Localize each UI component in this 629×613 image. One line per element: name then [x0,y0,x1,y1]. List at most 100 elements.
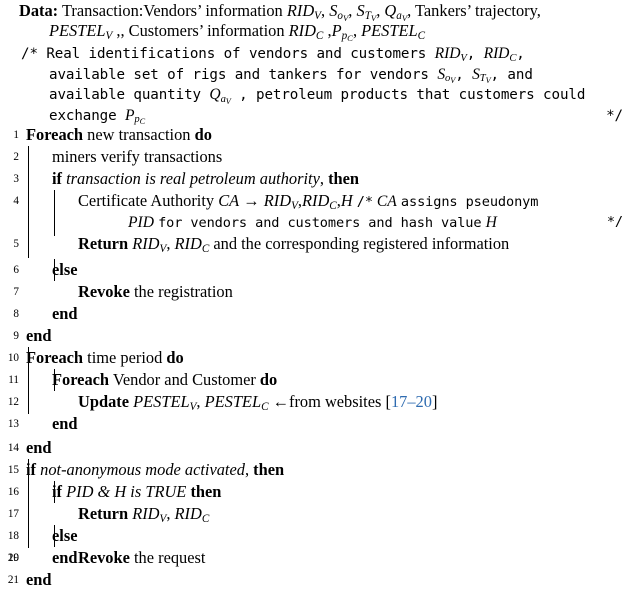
data-label: Data: [19,1,59,20]
comment-sep-4: , and [490,66,533,83]
line-number: 9 [13,330,19,342]
symbol-pestel-c: PESTELC [361,21,426,43]
algorithm-line: 21 end [0,570,629,613]
sep-4: , [323,21,332,40]
algorithm-line-19: 19 Revoke the request [0,525,629,567]
line-number: 11 [8,374,19,386]
data-header-line-1: Data: Transaction:Vendors’ information R… [0,1,629,24]
line-content: Foreach new transaction do [26,125,212,144]
algorithm-line-continuation: PID for vendors and customers and hash v… [0,211,629,233]
comment-close-inline: */ [606,214,623,230]
symbol-s-ov-c2: SoV [437,65,456,86]
symbol-pestel-v-l12: PESTELV [133,392,197,414]
comment-text-3b: , petroleum products that customers coul… [230,87,586,103]
sep-1: , [320,1,330,20]
line-number: 13 [7,418,19,430]
line-number: 2 [13,151,19,163]
symbol-rid-v-c1: RIDV [434,45,467,64]
data-header-text-2: ,, Customers’ information [112,21,289,40]
line-content: Return RIDV, RIDC [78,504,210,526]
algorithm-line: 4 Certificate Authority CA → RIDV,RIDC,H… [0,190,629,212]
data-header-text-1: Transaction:Vendors’ information [61,1,287,20]
algorithm-line: 3 if transaction is real petroleum autho… [0,168,629,190]
symbol-p-pc: PpC [331,21,353,44]
comment-text-4: exchange [49,107,125,124]
comment-text-2: available set of rigs and tankers for ve… [49,66,438,83]
algorithm-line: 10 Foreach time period do [0,347,629,369]
line-number: 8 [13,308,19,320]
line-content: else [52,260,78,279]
line-number: 1 [13,129,19,141]
symbol-rid-v-l5: RIDV [132,234,167,256]
line-content: end [26,326,52,345]
symbol-rid-c-c1: RIDC [483,45,517,64]
symbol-q-av-c3: QaV [209,86,231,107]
comment-line-3: available quantity QaV , petroleum produ… [0,85,629,106]
symbol-rid-c: RIDC [288,21,324,43]
line-content: end [26,438,52,457]
line-content: Revoke the request [78,548,206,567]
line-number: 12 [7,396,19,408]
symbol-s-tv-c2: STV [472,65,491,86]
symbol-rid-v-l17: RIDV [132,504,167,526]
symbol-rid-c-l17: RIDC [174,504,210,526]
line-content: if not-anonymous mode activated, then [26,460,285,479]
comment-sep-3: , [455,66,464,83]
citation-range[interactable]: 17–20 [391,392,432,411]
symbol-s-tv: STV [356,1,377,24]
symbol-q-av: QaV [384,1,408,24]
comment-close: */ [606,107,623,124]
line-number: 4 [13,195,19,207]
line-content: Certificate Authority CA → RIDV,RIDC,H /… [78,191,539,213]
comment-sep-2: , [516,46,525,62]
algorithm-line: 12 Update PESTELV, PESTELC ←from website… [0,391,629,413]
line-number: 15 [7,464,19,476]
comment-line-2: available set of rigs and tankers for ve… [0,65,629,86]
line-content: end [52,548,78,567]
algorithm-line: 9 end [0,325,629,347]
symbol-rid-v: RIDV [286,1,321,23]
data-header-text-1-tail: , Tankers’ trajectory, [407,1,541,20]
line-content: if transaction is real petroleum authori… [52,169,360,188]
algorithm-line: 1 Foreach new transaction do [0,124,629,146]
symbol-rid-c-l5: RIDC [174,234,210,256]
algorithm-line: 5 Return RIDV, RIDC and the correspondin… [0,233,629,255]
symbol-pestel-v: PESTELV [49,21,113,43]
algorithm-line: 11 Foreach Vendor and Customer do [0,369,629,391]
comment-text-3: available quantity [49,87,210,103]
sep-5: , [352,21,362,40]
comment-open: /* [21,46,38,62]
algorithm-line: 14 end [0,437,629,459]
line-content: Revoke the registration [78,282,233,301]
symbol-rid-v-l4: RIDV [263,191,298,213]
algorithm-line: 16 if PID & H is TRUE then [0,481,629,503]
line-content: Return RIDV, RIDC and the corresponding … [78,234,510,256]
line-number: 7 [13,286,19,298]
line-content: Update PESTELV, PESTELC ←from websites [… [78,392,438,414]
algorithm-line: 20 end [0,548,629,591]
algorithm-line: 8 end [0,303,629,325]
line-content: Foreach time period do [26,348,184,367]
algorithm-line: 6 else [0,259,629,281]
line-number: 14 [7,442,19,454]
comment-line-4: exchange PpC */ [0,106,629,127]
line-content: end [52,304,78,323]
symbol-s-ov: SoV [329,1,349,24]
algorithm-block: Data: Transaction:Vendors’ information R… [0,0,629,589]
line-number: 20 [7,552,19,564]
algorithm-line: 2 miners verify transactions [0,146,629,168]
line-number: 16 [7,486,19,498]
symbol-rid-c-l4: RIDC [301,191,337,213]
symbol-pestel-c-l12: PESTELC [204,392,269,414]
comment-sep-1: , [466,46,476,62]
line-number: 10 [7,352,19,364]
comment-line-1: /* Real identifications of vendors and c… [0,44,629,65]
line-content: PID for vendors and customers and hash v… [128,214,497,231]
symbol-p-pc-c4: PpC [124,106,146,127]
algorithm-line: 15 if not-anonymous mode activated, then [0,459,629,481]
data-header-line-2: PESTELV ,, Customers’ information RIDC ,… [0,21,629,44]
line-content: miners verify transactions [52,147,223,166]
algorithm-line: 17 Return RIDV, RIDC [0,503,629,525]
line-content: end [52,414,78,433]
line-number: 21 [7,574,19,586]
